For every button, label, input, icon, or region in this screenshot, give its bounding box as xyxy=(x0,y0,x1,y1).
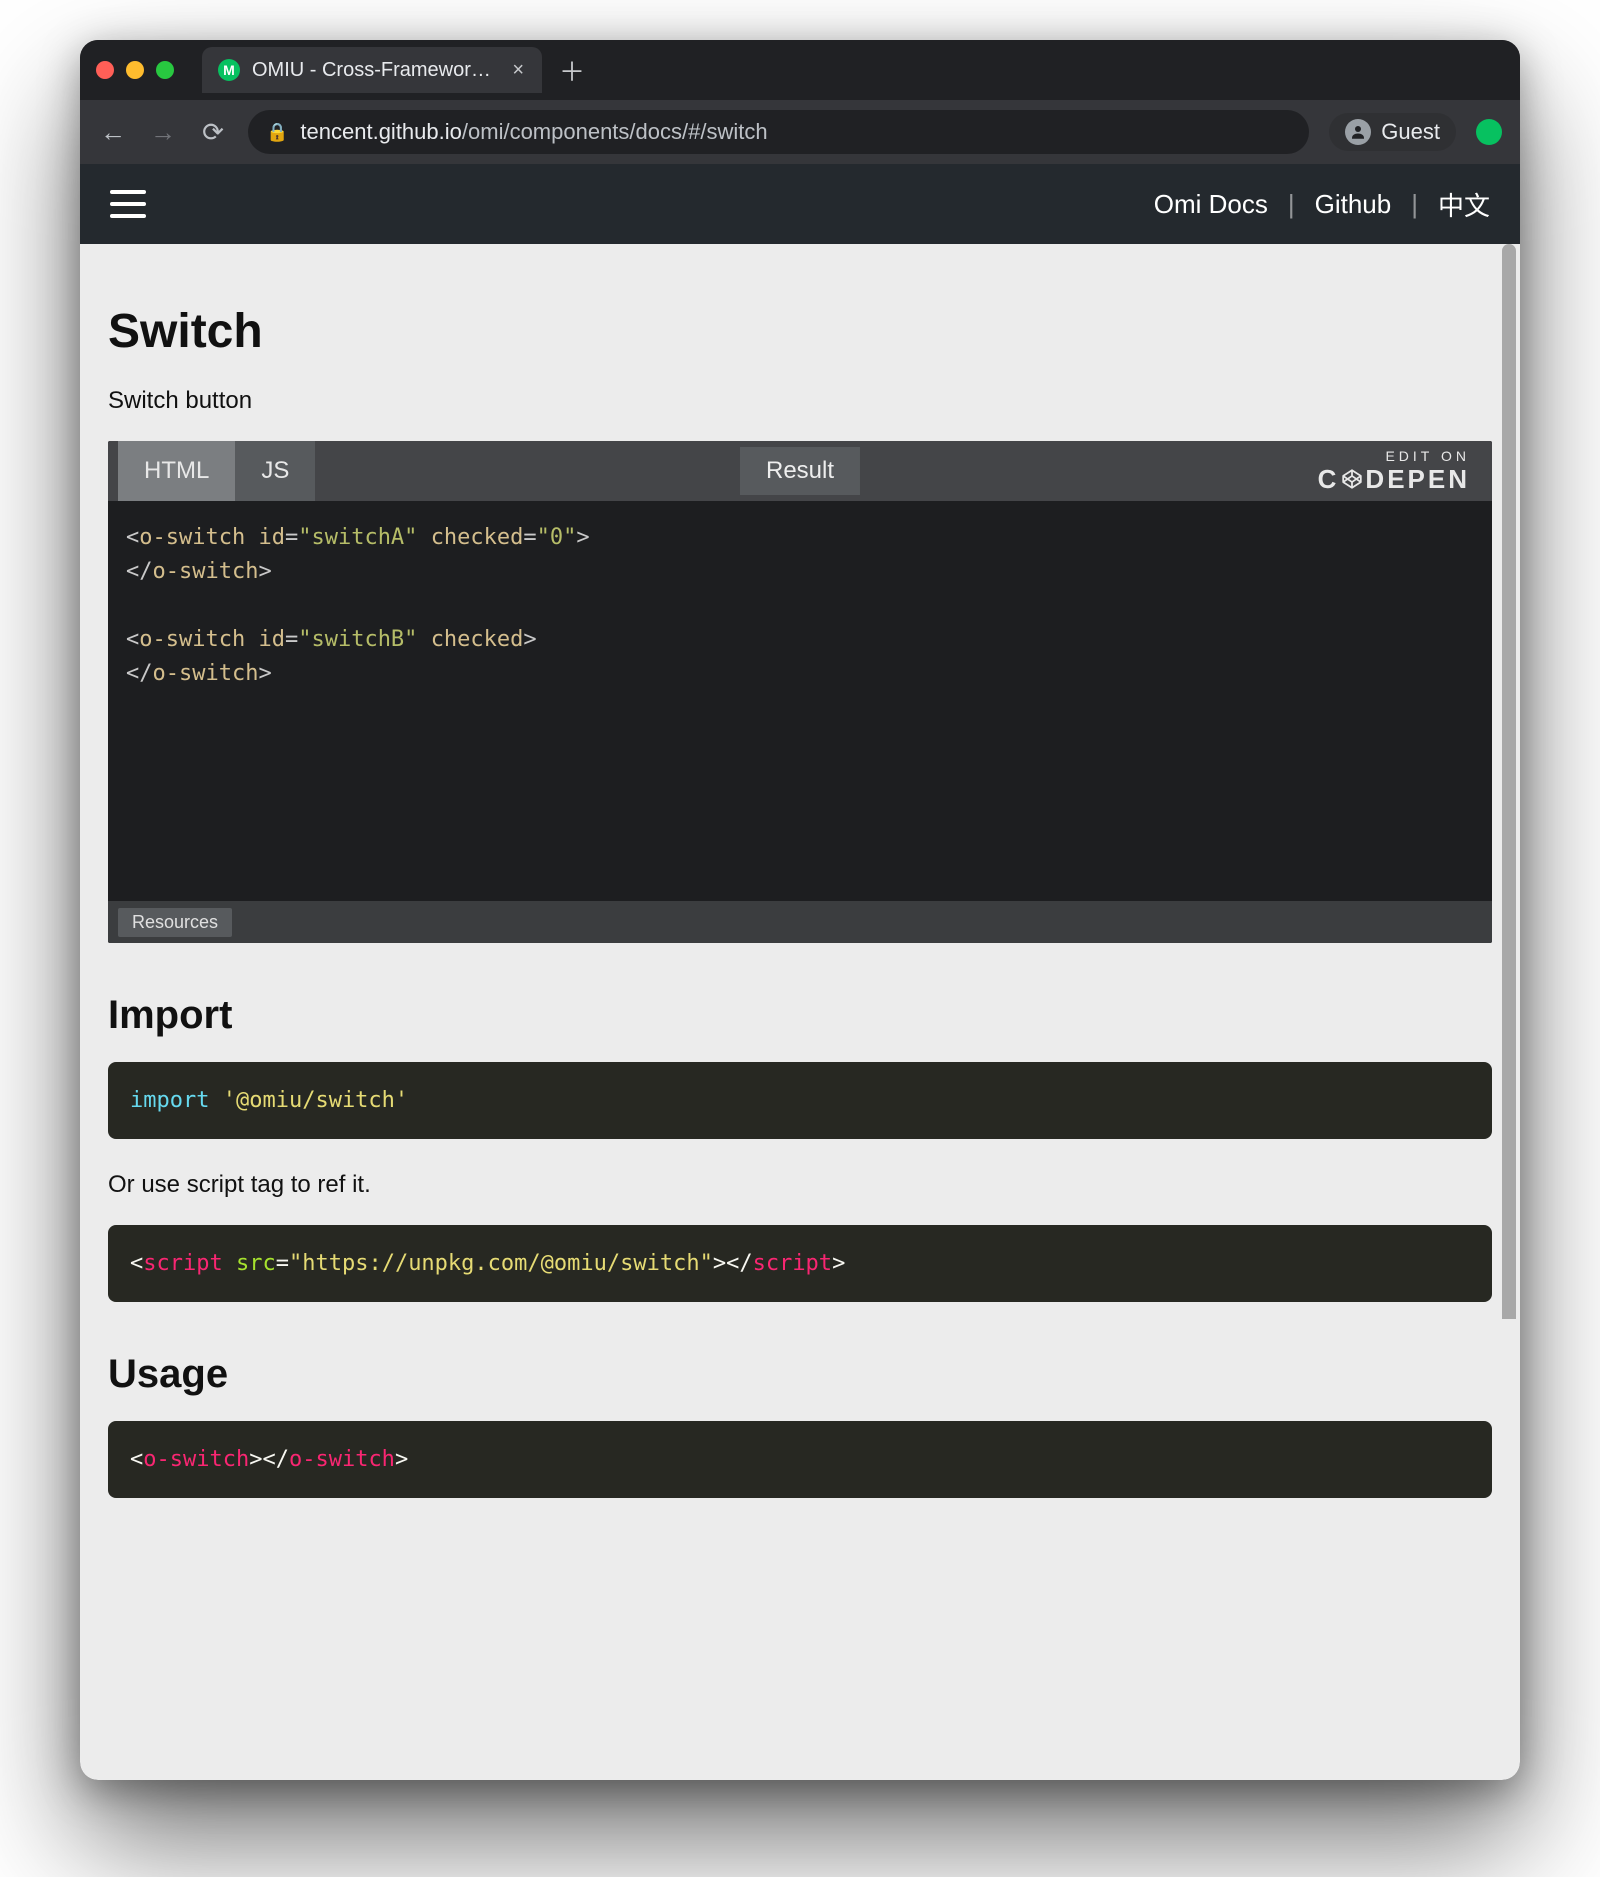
page-subtitle: Switch button xyxy=(108,387,1492,415)
codepen-result-button[interactable]: Result xyxy=(740,447,860,495)
codepen-tab-html[interactable]: HTML xyxy=(118,441,235,501)
site-header: Omi Docs | Github | 中文 xyxy=(80,164,1520,244)
url-text: tencent.github.io/omi/components/docs/#/… xyxy=(300,119,767,145)
section-heading-import: Import xyxy=(108,993,1492,1038)
menu-icon[interactable] xyxy=(110,190,146,218)
profile-button[interactable]: Guest xyxy=(1329,113,1456,151)
doc-content: Switch Switch button HTML JS Result EDIT… xyxy=(80,244,1520,1590)
tab-title: OMIU - Cross-Frameworks UI F xyxy=(252,59,498,82)
page-viewport: Omi Docs | Github | 中文 Switch Switch but… xyxy=(80,164,1520,1780)
tab-close-icon[interactable]: × xyxy=(510,59,526,82)
url-bar[interactable]: 🔒 tencent.github.io/omi/components/docs/… xyxy=(248,110,1309,154)
codepen-edit-on-label: EDIT ON xyxy=(1318,448,1470,464)
avatar-icon xyxy=(1345,119,1371,145)
new-tab-button[interactable]: ＋ xyxy=(556,54,588,86)
nav-link-chinese[interactable]: 中文 xyxy=(1438,186,1490,223)
codepen-toolbar: HTML JS Result EDIT ON C xyxy=(108,441,1492,501)
codepen-footer: Resources xyxy=(108,901,1492,943)
nav-link-github[interactable]: Github xyxy=(1315,189,1392,220)
browser-toolbar: ← → ⟳ 🔒 tencent.github.io/omi/components… xyxy=(80,100,1520,164)
codepen-code-area: <o-switch id="switchA" checked="0"> </o-… xyxy=(108,501,1492,901)
browser-tabstrip: M OMIU - Cross-Frameworks UI F × ＋ xyxy=(80,40,1520,100)
code-block-import: import '@omiu/switch' xyxy=(108,1062,1492,1139)
codepen-resources-button[interactable]: Resources xyxy=(118,908,232,937)
lock-icon: 🔒 xyxy=(266,122,288,143)
site-nav: Omi Docs | Github | 中文 xyxy=(1154,186,1490,223)
codepen-edit-link[interactable]: EDIT ON C DEPEN xyxy=(1318,448,1492,495)
window-controls xyxy=(96,61,174,79)
browser-tab[interactable]: M OMIU - Cross-Frameworks UI F × xyxy=(202,47,542,93)
codepen-embed: HTML JS Result EDIT ON C xyxy=(108,441,1492,943)
nav-link-omi-docs[interactable]: Omi Docs xyxy=(1154,189,1268,220)
browser-window: M OMIU - Cross-Frameworks UI F × ＋ ← → ⟳… xyxy=(80,40,1520,1780)
codepen-logo-icon xyxy=(1341,468,1363,490)
page-title: Switch xyxy=(108,304,1492,359)
tab-favicon-icon: M xyxy=(218,59,240,81)
section-heading-usage: Usage xyxy=(108,1352,1492,1397)
codepen-tab-js[interactable]: JS xyxy=(235,441,315,501)
nav-back-button[interactable]: ← xyxy=(98,117,128,148)
nav-separator: | xyxy=(1411,189,1418,220)
profile-label: Guest xyxy=(1381,119,1440,145)
nav-reload-button[interactable]: ⟳ xyxy=(198,117,228,148)
nav-separator: | xyxy=(1288,189,1295,220)
window-maximize-button[interactable] xyxy=(156,61,174,79)
window-minimize-button[interactable] xyxy=(126,61,144,79)
codepen-brand: C DEPEN xyxy=(1318,464,1470,495)
window-close-button[interactable] xyxy=(96,61,114,79)
code-block-usage: <o-switch></o-switch> xyxy=(108,1421,1492,1498)
import-note: Or use script tag to ref it. xyxy=(108,1171,1492,1199)
code-block-script-tag: <script src="https://unpkg.com/@omiu/swi… xyxy=(108,1225,1492,1302)
extension-icon[interactable] xyxy=(1476,119,1502,145)
nav-forward-button: → xyxy=(148,117,178,148)
